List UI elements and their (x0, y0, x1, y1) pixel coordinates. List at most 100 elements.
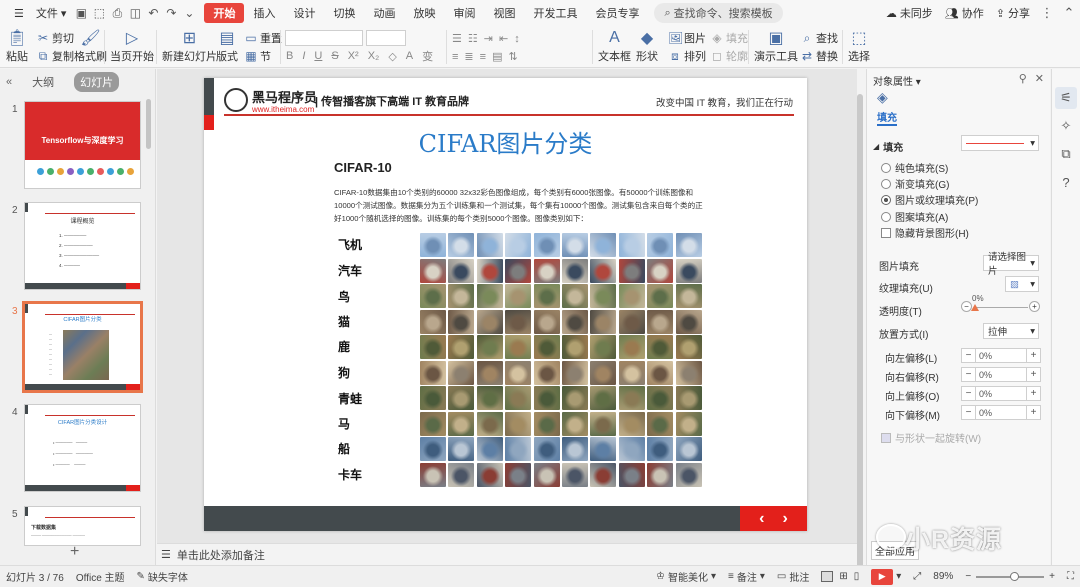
text-direction-icon[interactable]: ⇅ (508, 50, 517, 63)
line-spacing-icon[interactable]: ↕ (514, 33, 520, 45)
subscript-icon[interactable]: X₂ (368, 50, 380, 62)
command-search[interactable]: ⌕ 查找命令、搜索模板 (654, 3, 783, 23)
tab-outline[interactable]: 大纲 (26, 72, 60, 92)
fit-window-icon[interactable]: ⤢ (907, 571, 927, 582)
slide-subtitle[interactable]: CIFAR-10 (334, 160, 392, 175)
print-icon[interactable]: ⎙ (108, 4, 126, 22)
underline-icon[interactable]: U (314, 50, 322, 62)
play-slideshow-button[interactable]: ▶ (871, 568, 894, 585)
radio-picture[interactable]: 图片或纹理填充(P) (881, 192, 978, 207)
hide-bg-checkbox[interactable]: 隐藏背景图形(H) (881, 225, 969, 240)
select-button[interactable]: ⬚ 选择 (848, 28, 870, 64)
theme-name[interactable]: Office 主题 (70, 569, 131, 584)
tab-insert[interactable]: 插入 (244, 3, 284, 23)
plus-icon[interactable]: + (1026, 386, 1041, 401)
slider-knob[interactable] (971, 304, 979, 311)
font-color-icon[interactable]: A (406, 50, 413, 62)
share-button[interactable]: ⇪ 分享 (990, 5, 1036, 21)
offset-down-stepper[interactable]: −0% + (961, 405, 1041, 420)
find-button[interactable]: ⌕ 查找 (800, 30, 838, 46)
plus-icon[interactable]: + (1029, 301, 1040, 312)
shape-button[interactable]: ◆ 形状 (636, 28, 658, 64)
canvas-scrollbar[interactable] (857, 94, 863, 569)
font-size-box[interactable] (366, 30, 406, 46)
slide-title[interactable]: CIFAR图片分类 (204, 124, 807, 159)
format-painter-button[interactable]: 🖌︎ 格式刷 (74, 28, 107, 64)
copy-button[interactable]: ⧉ 复制 (36, 48, 74, 64)
properties-icon[interactable]: ⚟ (1055, 87, 1077, 109)
chevron-down-icon[interactable]: ⌄ (180, 4, 198, 22)
plus-icon[interactable]: + (1026, 405, 1041, 420)
transparency-slider[interactable]: − 0% + (961, 294, 1041, 315)
collapse-ribbon-icon[interactable]: ⌃ (1058, 5, 1080, 21)
chevron-down-icon[interactable]: ▾ (896, 571, 901, 582)
tab-transition[interactable]: 切换 (324, 3, 364, 23)
pic-fill-dropdown[interactable]: 请选择图片 ▾ (983, 252, 1039, 277)
fill-bucket-icon[interactable]: ◈ (877, 89, 888, 106)
section-button[interactable]: ▦ 节 (244, 48, 271, 64)
bold-icon[interactable]: B (286, 50, 293, 62)
offset-up-stepper[interactable]: −0% + (961, 386, 1041, 401)
animation-icon[interactable]: ✧ (1055, 115, 1077, 137)
help-icon[interactable]: ? (1055, 171, 1077, 193)
from-current-button[interactable]: ▷ 当页开始 (110, 28, 154, 64)
slide-thumbnail-2[interactable]: 课程概览 1. ─────── 2. ───────── 3. ──────────… (24, 202, 141, 290)
slide-thumbnail-1[interactable]: Tensorflow与深度学习 (24, 101, 141, 189)
placement-dropdown[interactable]: 拉伸 ▾ (983, 323, 1039, 339)
prev-arrow-icon[interactable]: ‹ (759, 510, 764, 528)
tab-home[interactable]: 开始 (204, 3, 245, 23)
presentation-tools-button[interactable]: ▣ 演示工具 (754, 28, 798, 64)
outline-button[interactable]: ◻ 轮廓 (710, 48, 748, 64)
more-icon[interactable]: ⋮ (1036, 5, 1058, 21)
export-icon[interactable]: ⬚ (90, 4, 108, 22)
zoom-in-icon[interactable]: + (1049, 571, 1055, 582)
clear-format-icon[interactable]: ◇ (388, 50, 396, 63)
fill-button[interactable]: ◈ 填充 (710, 30, 748, 46)
minus-icon[interactable]: − (961, 367, 976, 382)
strike-icon[interactable]: S (331, 50, 338, 62)
radio-gradient[interactable]: 渐变填充(G) (881, 176, 949, 191)
plus-icon[interactable]: + (1026, 348, 1041, 363)
paste-button[interactable]: 📋︎ 粘贴 (6, 28, 28, 64)
layout-button[interactable]: ▤ 版式 (216, 28, 238, 64)
outdent-icon[interactable]: ⇤ (499, 32, 508, 45)
align-center-icon[interactable]: ≣ (464, 50, 473, 63)
add-slide-icon[interactable]: + (70, 543, 79, 561)
redo-icon[interactable]: ↷ (162, 4, 180, 22)
notes-bar[interactable]: ☰ 单击此处添加备注 (157, 543, 857, 565)
reading-view-icon[interactable]: ▯ (854, 571, 860, 582)
offset-right-stepper[interactable]: −0% + (961, 367, 1041, 382)
zoom-slider[interactable] (976, 571, 1045, 581)
tab-review[interactable]: 审阅 (444, 3, 484, 23)
tab-fill[interactable]: 填充 (877, 109, 897, 126)
arrange-button[interactable]: ⧈ 排列 (668, 48, 706, 64)
offset-left-stepper[interactable]: −0% + (961, 348, 1041, 363)
preview-icon[interactable]: ◫ (126, 4, 144, 22)
file-menu[interactable]: 文件 ▾ (30, 3, 73, 23)
radio-solid[interactable]: 纯色填充(S) (881, 160, 948, 175)
minus-icon[interactable]: − (961, 386, 976, 401)
current-slide[interactable]: 黑马程序员 www.itheima.com | 传智播客旗下高端 IT 教育品牌… (204, 78, 807, 531)
align-right-icon[interactable]: ≡ (480, 51, 486, 63)
minus-icon[interactable]: − (961, 348, 976, 363)
collab-button[interactable]: 👥︎ 协作 (939, 5, 990, 21)
smart-beautify-button[interactable]: ♔ 智能美化 ▾ (650, 569, 722, 584)
texture-dropdown[interactable]: ▨ ▾ (1005, 276, 1039, 292)
text-case-icon[interactable]: 变 (422, 48, 433, 64)
menu-icon[interactable]: ☰ (8, 3, 30, 23)
notes-toggle-button[interactable]: ≡ 备注 ▾ (722, 569, 771, 584)
slide-description[interactable]: CIFAR-10数据集由10个类别的60000 32x32彩色图像组成，每个类别… (334, 186, 709, 225)
fill-section-header[interactable]: ◢ 填充 (873, 139, 903, 154)
slide-thumbnail-5[interactable]: 下载数据集 ──── ──────────── ───── (24, 506, 141, 546)
indent-icon[interactable]: ⇥ (484, 32, 493, 45)
offset-up-value[interactable]: 0% (976, 386, 1026, 401)
cut-button[interactable]: ✂ 剪切 (36, 30, 74, 46)
plus-icon[interactable]: + (1026, 367, 1041, 382)
justify-icon[interactable]: ▤ (492, 50, 502, 63)
clipboard-icon[interactable]: ⧉ (1055, 143, 1077, 165)
tab-slides[interactable]: 幻灯片 (74, 72, 120, 92)
slide-thumbnail-3-selected[interactable]: CIFAR图片分类 — — — — — — — — — (22, 301, 143, 393)
new-slide-button[interactable]: ⊞ 新建幻灯片 (162, 28, 217, 64)
sync-status[interactable]: ☁ 未同步 (880, 5, 939, 21)
font-family-box[interactable] (285, 30, 363, 46)
